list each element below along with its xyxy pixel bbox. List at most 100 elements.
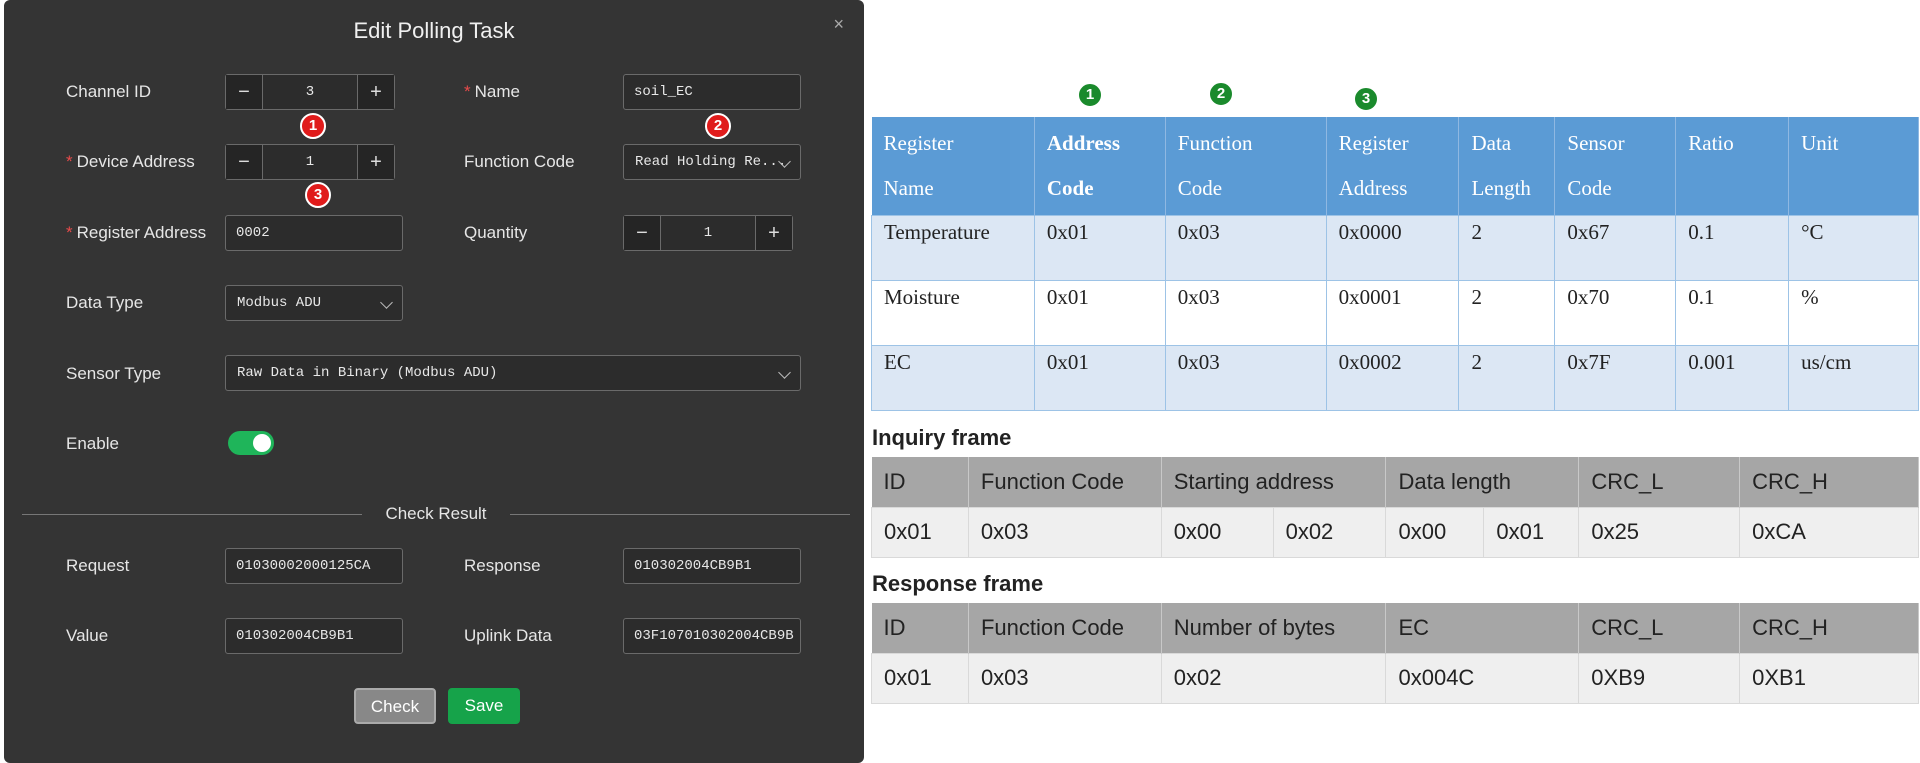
register-table: Register Name Address Code Function Code Re… bbox=[871, 117, 1919, 411]
header-data-length: Data Length bbox=[1458, 117, 1556, 216]
quantity-increment-button[interactable]: + bbox=[756, 216, 792, 250]
value-label: Value bbox=[66, 626, 109, 645]
value-field[interactable]: 010302004CB9B1 bbox=[225, 618, 403, 654]
cell: EC bbox=[871, 345, 1035, 411]
cell: % bbox=[1788, 280, 1919, 346]
header-register-address: Register Address bbox=[1326, 117, 1460, 216]
cell: 0x25 bbox=[1578, 506, 1741, 558]
name-input[interactable]: soil_EC bbox=[623, 74, 801, 110]
header-cell: Data length bbox=[1385, 457, 1580, 507]
function-code-selected: Read Holding Re... bbox=[635, 154, 787, 170]
cell: 0x03 bbox=[967, 506, 1162, 558]
header-function-code: Function Code bbox=[1165, 117, 1327, 216]
device-address-label-text: Device Address bbox=[76, 152, 195, 171]
cell: 0x01 bbox=[871, 506, 969, 558]
cell: 0x67 bbox=[1554, 215, 1677, 281]
channel-id-stepper: − 3 + bbox=[225, 74, 395, 110]
quantity-decrement-button[interactable]: − bbox=[624, 216, 660, 250]
cell: 0x0000 bbox=[1325, 215, 1460, 281]
enable-toggle[interactable] bbox=[228, 431, 274, 455]
header-address-code: Address Code bbox=[1034, 117, 1166, 216]
inquiry-value-row: 0x01 0x03 0x00 0x02 0x00 0x01 0x25 0xCA bbox=[871, 506, 1919, 558]
annotation-badge-1: 1 bbox=[300, 113, 326, 139]
cell: 0x01 bbox=[1033, 280, 1166, 346]
quantity-value[interactable]: 1 bbox=[660, 216, 756, 250]
header-cell: Function Code bbox=[968, 457, 1162, 507]
table-row: Temperature 0x01 0x03 0x0000 2 0x67 0.1 … bbox=[871, 215, 1919, 281]
cell: 2 bbox=[1458, 215, 1556, 281]
divider bbox=[22, 514, 362, 515]
cell: 2 bbox=[1458, 345, 1556, 411]
response-label: Response bbox=[464, 556, 541, 575]
cell: 2 bbox=[1458, 280, 1556, 346]
register-address-label: * Register Address bbox=[66, 223, 206, 243]
cell: 0x03 bbox=[967, 652, 1162, 704]
header-cell: EC bbox=[1385, 603, 1580, 653]
channel-id-decrement-button[interactable]: − bbox=[226, 75, 262, 109]
channel-id-increment-button[interactable]: + bbox=[358, 75, 394, 109]
device-address-value[interactable]: 1 bbox=[262, 145, 358, 179]
cell: 0x7F bbox=[1554, 345, 1677, 411]
register-table-header: Register Name Address Code Function Code Re… bbox=[871, 117, 1919, 216]
channel-id-value[interactable]: 3 bbox=[262, 75, 358, 109]
annotation-badge-green-3: 3 bbox=[1353, 86, 1379, 112]
header-unit: Unit bbox=[1788, 117, 1919, 216]
response-frame-title: Response frame bbox=[872, 571, 1044, 596]
header-cell: Function Code bbox=[968, 603, 1162, 653]
cell: 0.001 bbox=[1675, 345, 1790, 411]
close-icon[interactable]: × bbox=[833, 14, 844, 35]
data-type-label: Data Type bbox=[66, 293, 144, 312]
sensor-type-select[interactable]: Raw Data in Binary (Modbus ADU) bbox=[225, 355, 801, 391]
cell: 0x00 bbox=[1385, 506, 1485, 558]
cell: us/cm bbox=[1788, 345, 1919, 411]
cell: 0x03 bbox=[1164, 215, 1327, 281]
cell: 0XB1 bbox=[1739, 652, 1919, 704]
header-ratio: Ratio bbox=[1675, 117, 1790, 216]
required-mark: * bbox=[66, 223, 73, 242]
required-mark: * bbox=[66, 152, 73, 171]
cell: 0x02 bbox=[1272, 506, 1387, 558]
response-value-row: 0x01 0x03 0x02 0x004C 0XB9 0XB1 bbox=[871, 652, 1919, 704]
header-cell: Starting address bbox=[1161, 457, 1387, 507]
cell: 0x0002 bbox=[1325, 345, 1460, 411]
device-address-decrement-button[interactable]: − bbox=[226, 145, 262, 179]
data-type-selected: Modbus ADU bbox=[237, 295, 322, 311]
response-field[interactable]: 010302004CB9B1 bbox=[623, 548, 801, 584]
register-address-input[interactable]: 0002 bbox=[225, 215, 403, 251]
header-sensor-code: Sensor Code bbox=[1554, 117, 1677, 216]
toggle-knob bbox=[253, 434, 271, 452]
uplink-data-field[interactable]: 03F107010302004CB9B bbox=[623, 618, 801, 654]
chevron-down-icon bbox=[380, 296, 393, 309]
device-address-increment-button[interactable]: + bbox=[358, 145, 394, 179]
function-code-label: Function Code bbox=[464, 152, 575, 171]
dialog-title: Edit Polling Task bbox=[353, 18, 515, 43]
header-cell: ID bbox=[871, 603, 969, 653]
device-address-stepper: − 1 + bbox=[225, 144, 395, 180]
response-header-row: ID Function Code Number of bytes EC CRC_… bbox=[871, 603, 1919, 653]
request-label: Request bbox=[66, 556, 130, 575]
cell: 0x01 bbox=[871, 652, 969, 704]
header-cell: CRC_H bbox=[1739, 603, 1919, 653]
cell: 0x004C bbox=[1385, 652, 1580, 704]
save-button[interactable]: Save bbox=[448, 688, 520, 724]
sensor-type-selected: Raw Data in Binary (Modbus ADU) bbox=[237, 365, 498, 381]
annotation-badge-green-2: 2 bbox=[1208, 81, 1234, 107]
cell: 0XB9 bbox=[1578, 652, 1741, 704]
check-button[interactable]: Check bbox=[354, 688, 436, 724]
register-address-label-text: Register Address bbox=[76, 223, 207, 242]
name-label-text: Name bbox=[474, 82, 520, 101]
request-field[interactable]: 01030002000125CA bbox=[225, 548, 403, 584]
edit-polling-task-dialog: Edit Polling Task × Channel ID − 3 + * Na… bbox=[4, 0, 864, 763]
cell: 0x0001 bbox=[1325, 280, 1460, 346]
data-type-select[interactable]: Modbus ADU bbox=[225, 285, 403, 321]
header-register-name: Register Name bbox=[871, 117, 1035, 216]
cell: 0.1 bbox=[1675, 280, 1790, 346]
cell: 0.1 bbox=[1675, 215, 1790, 281]
header-cell: Number of bytes bbox=[1161, 603, 1387, 653]
function-code-select[interactable]: Read Holding Re... bbox=[623, 144, 801, 180]
cell: Temperature bbox=[871, 215, 1035, 281]
screen: Edit Polling Task × Channel ID − 3 + * Na… bbox=[0, 0, 1920, 763]
cell: 0x02 bbox=[1160, 652, 1387, 704]
cell: 0x01 bbox=[1033, 215, 1166, 281]
name-label: * Name bbox=[464, 82, 520, 102]
